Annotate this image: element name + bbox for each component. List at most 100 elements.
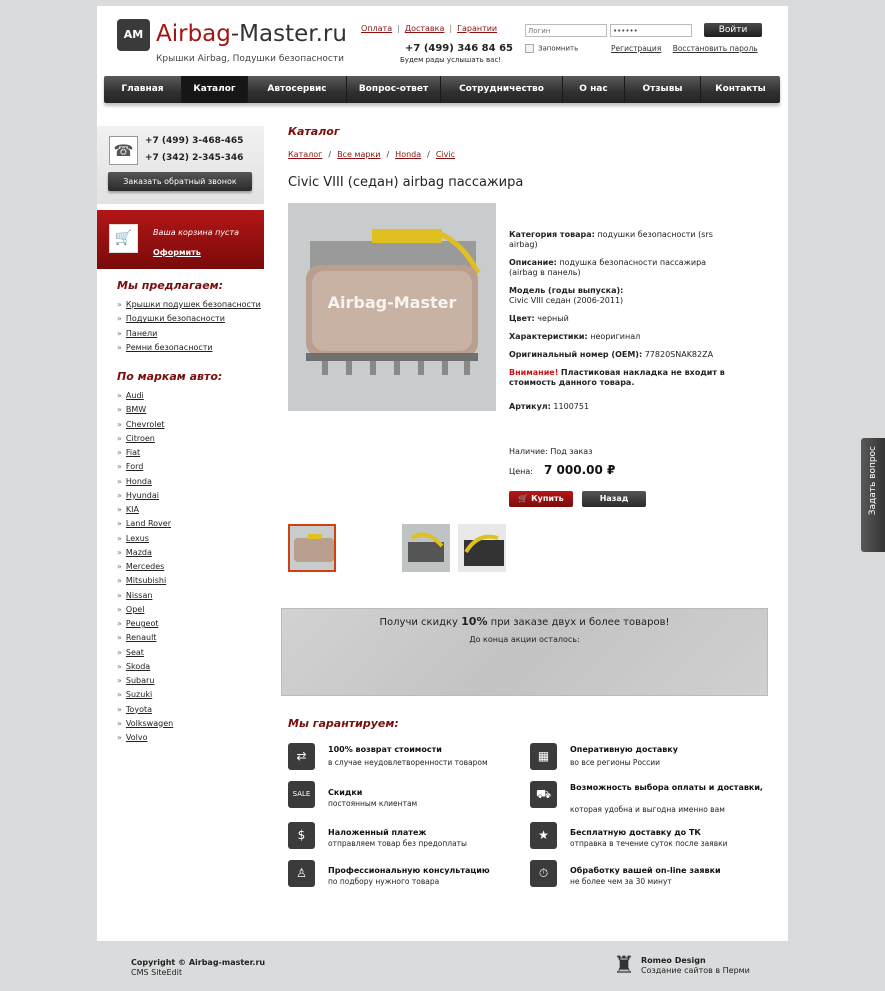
nav-home[interactable]: Главная	[104, 76, 182, 103]
brand-label[interactable]: Toyota	[126, 705, 152, 714]
nav-reviews[interactable]: Отзывы	[625, 76, 701, 103]
restore-password-link[interactable]: Восстановить пароль	[673, 44, 758, 53]
designer-credit[interactable]: Romeo Design Создание сайтов в Перми	[641, 956, 750, 976]
login-button[interactable]: Войти	[704, 23, 762, 37]
brand-item[interactable]: » Volkswagen	[117, 717, 173, 731]
brands-list: » Audi » BMW » Chevrolet » Citroen » Fiat » Ford » Ho…	[117, 389, 173, 745]
breadcrumb-catalog[interactable]: Каталог	[288, 150, 322, 159]
brand-item[interactable]: » Audi	[117, 389, 173, 403]
logo-text[interactable]: Airbag-Master.ru	[156, 20, 347, 48]
brand-label[interactable]: Land Rover	[126, 519, 171, 528]
brand-item[interactable]: » Hyundai	[117, 489, 173, 503]
link-delivery[interactable]: Доставка	[405, 24, 445, 33]
brand-label[interactable]: Citroen	[126, 434, 155, 443]
header-phone-note: Будем рады услышать вас!	[400, 56, 502, 64]
link-payment[interactable]: Оплата	[361, 24, 392, 33]
brand-item[interactable]: » Suzuki	[117, 688, 173, 702]
brand-label[interactable]: Opel	[126, 605, 145, 614]
checkout-link[interactable]: Оформить	[153, 248, 201, 257]
nav-faq[interactable]: Вопрос-ответ	[347, 76, 441, 103]
brand-label[interactable]: Mazda	[126, 548, 152, 557]
brand-label[interactable]: Volkswagen	[126, 719, 173, 728]
buy-button[interactable]: 🛒 Купить	[509, 491, 573, 507]
chevron-right-icon: »	[117, 633, 122, 643]
price-value: 7 000.00 ₽	[544, 463, 616, 477]
register-link[interactable]: Регистрация	[611, 44, 661, 53]
brand-label[interactable]: BMW	[126, 405, 146, 414]
brand-item[interactable]: » Mercedes	[117, 560, 173, 574]
timer-icon: ⏱	[530, 860, 557, 887]
nav-about[interactable]: О нас	[563, 76, 625, 103]
brand-label[interactable]: Nissan	[126, 591, 153, 600]
brand-item[interactable]: » Citroen	[117, 432, 173, 446]
back-button[interactable]: Назад	[582, 491, 646, 507]
thumbnail-3[interactable]	[458, 524, 506, 572]
breadcrumb-civic[interactable]: Civic	[436, 150, 455, 159]
logo-badge[interactable]: AM	[117, 19, 150, 51]
brand-item[interactable]: » Chevrolet	[117, 418, 173, 432]
brand-item[interactable]: » Land Rover	[117, 517, 173, 531]
offer-item[interactable]: » Панели	[117, 327, 261, 341]
product-photo[interactable]: Airbag-Master	[288, 203, 496, 411]
main-nav: Главная Каталог Автосервис Вопрос-ответ …	[104, 76, 780, 103]
brand-item[interactable]: » Skoda	[117, 660, 173, 674]
nav-cooperation[interactable]: Сотрудничество	[441, 76, 563, 103]
brand-label[interactable]: Lexus	[126, 534, 149, 543]
thumbnail-2[interactable]	[402, 524, 450, 572]
thumbnail-1[interactable]	[288, 524, 336, 572]
brand-item[interactable]: » Subaru	[117, 674, 173, 688]
brand-label[interactable]: Honda	[126, 477, 152, 486]
offer-item[interactable]: » Ремни безопасности	[117, 341, 261, 355]
brand-item[interactable]: » Mazda	[117, 546, 173, 560]
brand-label[interactable]: Volvo	[126, 733, 148, 742]
ask-question-button[interactable]: Задать вопрос	[861, 438, 885, 552]
breadcrumb-all-brands[interactable]: Все марки	[337, 150, 380, 159]
brand-item[interactable]: » Mitsubishi	[117, 574, 173, 588]
link-guarantees[interactable]: Гарантии	[457, 24, 497, 33]
offer-item[interactable]: » Подушки безопасности	[117, 312, 261, 326]
brand-item[interactable]: » Nissan	[117, 589, 173, 603]
brand-label[interactable]: Hyundai	[126, 491, 159, 500]
offer-label[interactable]: Подушки безопасности	[126, 314, 225, 323]
nav-catalog[interactable]: Каталог	[182, 76, 248, 103]
brand-item[interactable]: » Toyota	[117, 703, 173, 717]
offer-label[interactable]: Панели	[126, 329, 157, 338]
brand-label[interactable]: Fiat	[126, 448, 140, 457]
offer-label[interactable]: Крышки подушек безопасности	[126, 300, 261, 309]
brand-label[interactable]: Audi	[126, 391, 144, 400]
brand-item[interactable]: » Ford	[117, 460, 173, 474]
brand-item[interactable]: » Opel	[117, 603, 173, 617]
brand-item[interactable]: » Volvo	[117, 731, 173, 745]
offer-label[interactable]: Ремни безопасности	[126, 343, 213, 352]
brand-item[interactable]: » Lexus	[117, 532, 173, 546]
brand-item[interactable]: » Seat	[117, 646, 173, 660]
brand-label[interactable]: Peugeot	[126, 619, 159, 628]
offer-item[interactable]: » Крышки подушек безопасности	[117, 298, 261, 312]
brand-label[interactable]: Ford	[126, 462, 143, 471]
nav-autoservice[interactable]: Автосервис	[248, 76, 347, 103]
brand-item[interactable]: » Peugeot	[117, 617, 173, 631]
breadcrumb-honda[interactable]: Honda	[395, 150, 421, 159]
nav-contacts[interactable]: Контакты	[701, 76, 780, 103]
brand-item[interactable]: » Honda	[117, 475, 173, 489]
checkbox-icon[interactable]	[525, 44, 534, 53]
brand-label[interactable]: Skoda	[126, 662, 150, 671]
brand-item[interactable]: » Renault	[117, 631, 173, 645]
remember-checkbox[interactable]: Запомнить	[525, 44, 578, 53]
brand-label[interactable]: Renault	[126, 633, 157, 642]
brand-label[interactable]: Mitsubishi	[126, 576, 166, 585]
brand-label[interactable]: Mercedes	[126, 562, 164, 571]
brand-label[interactable]: Seat	[126, 648, 144, 657]
brand-item[interactable]: » KIA	[117, 503, 173, 517]
truck-icon: ⛟	[530, 781, 557, 808]
brand-label[interactable]: Suzuki	[126, 690, 152, 699]
romeo-design-logo-icon[interactable]: ♜	[612, 948, 636, 982]
password-input[interactable]	[610, 24, 692, 37]
brand-label[interactable]: KIA	[126, 505, 139, 514]
brand-label[interactable]: Chevrolet	[126, 420, 165, 429]
brand-item[interactable]: » Fiat	[117, 446, 173, 460]
login-input[interactable]	[525, 24, 607, 37]
callback-button[interactable]: Заказать обратный звонок	[108, 172, 252, 191]
brand-item[interactable]: » BMW	[117, 403, 173, 417]
brand-label[interactable]: Subaru	[126, 676, 155, 685]
